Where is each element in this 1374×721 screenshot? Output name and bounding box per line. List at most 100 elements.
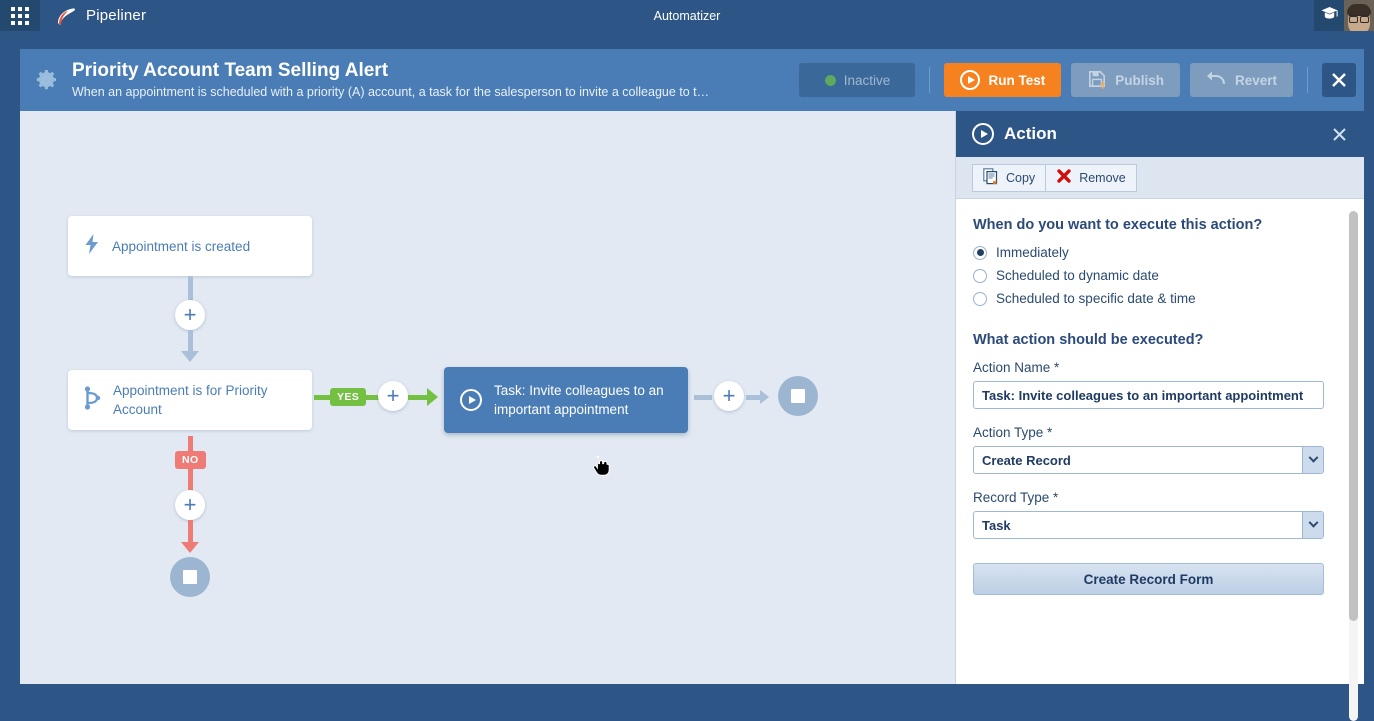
close-panel-button[interactable] xyxy=(1324,119,1354,149)
run-test-label: Run Test xyxy=(988,73,1045,88)
plus-icon: + xyxy=(184,304,197,326)
process-title: Priority Account Team Selling Alert xyxy=(72,59,792,83)
radio-label: Scheduled to specific date & time xyxy=(996,291,1196,306)
revert-label: Revert xyxy=(1235,73,1277,88)
chevron-down-icon[interactable] xyxy=(1302,447,1323,473)
save-icon xyxy=(1087,69,1107,92)
process-header-text: Priority Account Team Selling Alert When… xyxy=(72,59,792,101)
close-icon xyxy=(1330,71,1348,89)
status-badge[interactable]: Inactive xyxy=(799,63,915,97)
action-panel-header: Action xyxy=(956,111,1364,157)
action-type-label: Action Type * xyxy=(973,425,1338,440)
plus-icon: + xyxy=(387,385,400,407)
plus-icon: + xyxy=(723,385,736,407)
toolbar-divider-2 xyxy=(1307,67,1308,93)
revert-button[interactable]: Revert xyxy=(1190,63,1293,97)
play-icon xyxy=(960,70,980,90)
action-panel-toolbar: Copy Remove xyxy=(956,157,1364,199)
branch-label-yes: YES xyxy=(330,388,366,406)
play-circle-icon xyxy=(460,389,482,411)
gear-icon[interactable] xyxy=(20,67,72,93)
radio-label: Scheduled to dynamic date xyxy=(996,268,1159,283)
record-type-value: Task xyxy=(982,518,1011,533)
automatizer-window: Priority Account Team Selling Alert When… xyxy=(20,49,1364,684)
create-record-form-button[interactable]: Create Record Form xyxy=(973,563,1324,595)
process-header: Priority Account Team Selling Alert When… xyxy=(20,49,1364,111)
top-app-bar: Pipeliner Automatizer xyxy=(0,0,1374,31)
action-type-value: Create Record xyxy=(982,453,1071,468)
flow-node-label: Appointment is created xyxy=(112,237,296,256)
add-step-button-1[interactable]: + xyxy=(175,300,205,330)
red-x-icon xyxy=(1056,168,1072,187)
flow-connector-no xyxy=(188,469,193,491)
avatar-glasses xyxy=(1349,15,1369,20)
panel-scrollbar[interactable] xyxy=(1349,211,1358,721)
flow-canvas[interactable]: Appointment is created + xyxy=(20,111,955,684)
add-step-button-2[interactable]: + xyxy=(378,381,408,411)
flow-node-stop-yes[interactable] xyxy=(778,376,818,416)
flow-arrow-icon xyxy=(181,542,199,553)
flow-node-action[interactable]: Task: Invite colleagues to an important … xyxy=(444,367,688,433)
run-test-button[interactable]: Run Test xyxy=(944,63,1061,97)
flow-node-stop-no[interactable] xyxy=(170,557,210,597)
page-title: Automatizer xyxy=(0,9,1374,23)
plus-icon: + xyxy=(184,494,197,516)
radio-label: Immediately xyxy=(996,245,1069,260)
copy-button[interactable]: Copy xyxy=(972,164,1046,192)
topbar-right-group xyxy=(1314,0,1374,31)
learning-button[interactable] xyxy=(1314,0,1344,31)
branch-icon xyxy=(84,386,101,415)
remove-button[interactable]: Remove xyxy=(1046,164,1137,192)
action-panel-body: When do you want to execute this action?… xyxy=(956,199,1364,684)
radio-icon[interactable] xyxy=(973,246,987,260)
mouse-cursor xyxy=(592,455,610,477)
action-name-label: Action Name * xyxy=(973,360,1338,375)
action-panel: Action xyxy=(955,111,1364,684)
action-type-select[interactable]: Create Record xyxy=(973,446,1324,474)
graduation-cap-icon xyxy=(1321,6,1338,26)
add-step-button-3[interactable]: + xyxy=(714,381,744,411)
section-title-when: When do you want to execute this action? xyxy=(973,217,1338,233)
avatar[interactable] xyxy=(1344,0,1374,31)
revert-icon xyxy=(1206,70,1227,91)
stop-icon xyxy=(791,389,805,403)
action-name-input[interactable]: Task: Invite colleagues to an important … xyxy=(973,381,1324,409)
flow-node-trigger[interactable]: Appointment is created xyxy=(68,216,312,276)
process-subtitle: When an appointment is scheduled with a … xyxy=(72,83,787,101)
chevron-down-icon[interactable] xyxy=(1302,512,1323,538)
play-circle-icon xyxy=(972,123,994,145)
radio-immediately[interactable]: Immediately xyxy=(973,245,1338,260)
flow-arrow-icon xyxy=(427,388,438,406)
process-actions: Inactive Run Test Publish xyxy=(799,63,1364,97)
action-panel-title: Action xyxy=(1004,124,1057,144)
workspace: Appointment is created + xyxy=(20,111,1364,684)
lightning-bolt-icon xyxy=(84,234,100,259)
flow-arrow-icon xyxy=(760,390,769,404)
publish-button[interactable]: Publish xyxy=(1071,63,1180,97)
avatar-hair xyxy=(1347,4,1371,15)
status-label: Inactive xyxy=(844,73,891,88)
flow-node-label: Task: Invite colleagues to an important … xyxy=(494,381,672,419)
close-process-button[interactable] xyxy=(1322,63,1356,97)
record-type-label: Record Type * xyxy=(973,490,1338,505)
branch-label-no: NO xyxy=(175,451,206,469)
section-title-what: What action should be executed? xyxy=(973,332,1338,348)
radio-specific-date[interactable]: Scheduled to specific date & time xyxy=(973,291,1338,306)
record-type-select[interactable]: Task xyxy=(973,511,1324,539)
remove-label: Remove xyxy=(1079,171,1126,185)
add-step-button-4[interactable]: + xyxy=(175,490,205,520)
status-dot-icon xyxy=(825,75,836,86)
publish-label: Publish xyxy=(1115,73,1164,88)
close-icon xyxy=(1331,126,1348,143)
flow-arrow-icon xyxy=(181,351,199,362)
stop-icon xyxy=(183,570,197,584)
radio-icon[interactable] xyxy=(973,292,987,306)
copy-icon xyxy=(983,168,999,188)
flow-node-condition[interactable]: Appointment is for Priority Account xyxy=(68,370,312,430)
flow-connector xyxy=(694,395,712,400)
radio-dynamic-date[interactable]: Scheduled to dynamic date xyxy=(973,268,1338,283)
radio-icon[interactable] xyxy=(973,269,987,283)
flow-node-label: Appointment is for Priority Account xyxy=(113,381,296,419)
copy-label: Copy xyxy=(1006,171,1035,185)
panel-scrollbar-thumb[interactable] xyxy=(1349,211,1358,621)
